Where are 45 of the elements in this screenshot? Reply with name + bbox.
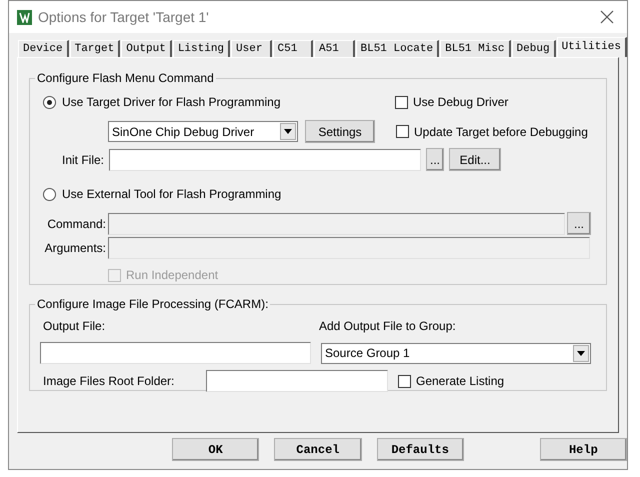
radio-button[interactable] [43,188,56,200]
field-label: Image Files Root Folder: [42,373,176,390]
input-field[interactable] [40,342,311,364]
checkbox-label: Use Debug Driver [413,94,508,111]
tab[interactable]: Utilities [556,37,627,57]
group-title: Configure Image File Processing (FCARM): [36,296,270,313]
tab[interactable]: Target [70,40,120,57]
browse-button[interactable]: ... [426,148,444,171]
tab[interactable]: BL51 Misc [440,40,511,57]
field-label: Init File: [60,152,104,168]
checkbox-label: Generate Listing [416,373,504,390]
tab[interactable]: Device [18,40,69,57]
checkbox[interactable] [396,125,409,138]
field-label: Add Output File to Group: [319,318,456,335]
radio-label: Use Target Driver for Flash Programming [62,94,281,111]
group-title: Configure Flash Menu Command [36,70,215,87]
tab[interactable]: User [231,40,272,57]
edit-button[interactable]: Edit... [449,148,501,171]
input-field[interactable] [109,148,421,170]
dropdown[interactable]: Source Group 1 [321,342,591,364]
checkbox[interactable] [395,96,408,108]
dialog-button[interactable]: Defaults [376,438,464,461]
dialog-button[interactable]: Cancel [274,438,362,461]
close-icon[interactable] [599,9,615,25]
radio-button[interactable] [43,96,56,108]
field-label: Command: [46,216,106,232]
tab[interactable]: BL51 Locate [356,40,440,57]
tab[interactable]: A51 [314,40,354,57]
dialog-button[interactable]: Help [540,438,627,461]
field-label: Output File: [42,318,106,335]
radio-label: Use External Tool for Flash Programming [62,186,282,203]
app-icon [17,10,32,24]
dialog-button[interactable]: OK [172,438,260,461]
tab[interactable]: Output [121,40,172,57]
tab[interactable]: C51 [272,40,314,57]
checkbox[interactable] [398,374,411,388]
input-field[interactable] [206,370,388,392]
tab[interactable]: Listing [172,40,230,57]
tab[interactable]: Debug [512,40,556,57]
settings-button[interactable]: Settings [305,120,375,143]
field-label: Arguments: [44,240,106,257]
dropdown[interactable]: SinOne Chip Debug Driver [108,121,298,142]
checkbox-label: Run Independent [126,267,218,284]
checkbox-label: Update Target before Debugging [414,124,588,140]
window-title: Options for Target 'Target 1' [38,8,210,27]
